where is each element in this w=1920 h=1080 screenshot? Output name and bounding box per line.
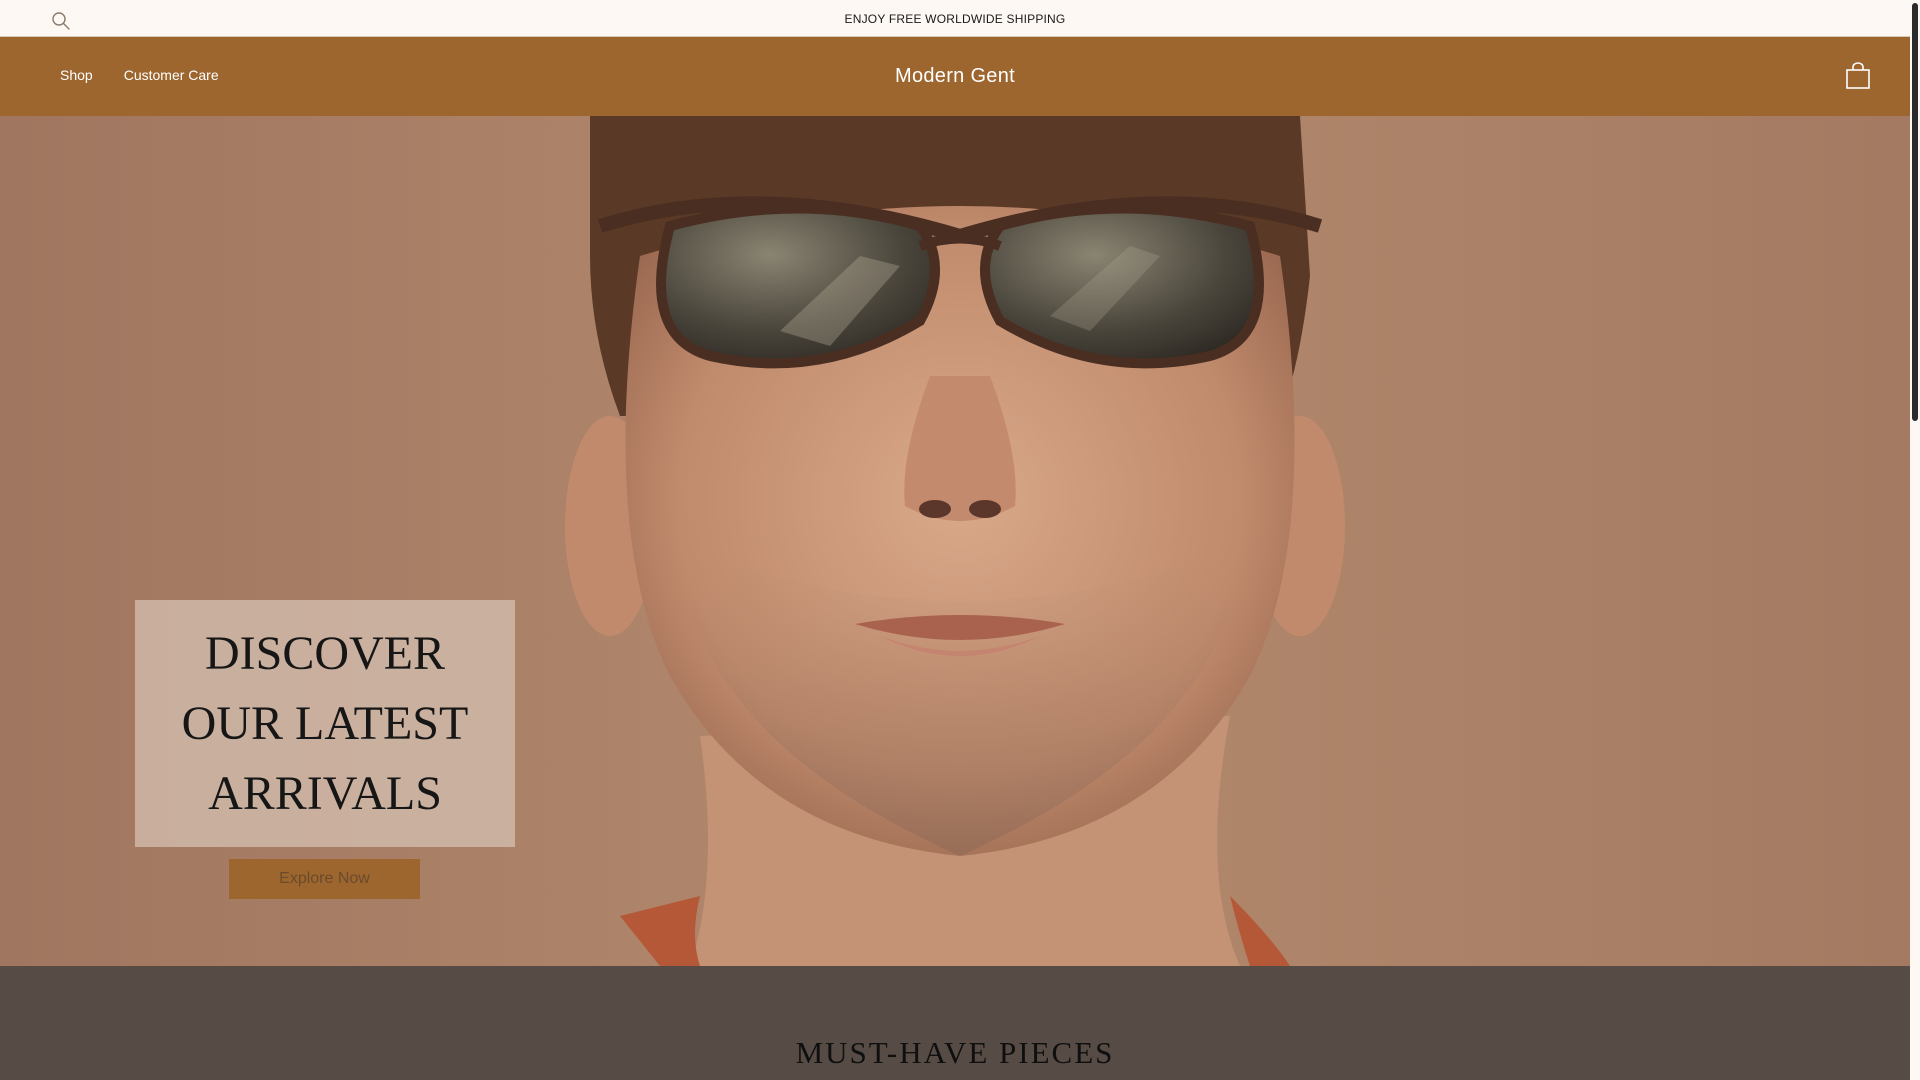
site-header: Shop Customer Care Modern Gent [0,37,1910,116]
section-title: MUST-HAVE PIECES [795,1035,1115,1070]
page-scrollbar[interactable] [1910,0,1920,1080]
hero-heading: DISCOVER OUR LATEST ARRIVALS [181,626,469,820]
hero-text-card: DISCOVER OUR LATEST ARRIVALS [135,600,515,847]
explore-now-button[interactable]: Explore Now [229,859,420,899]
announcement-bar: ENJOY FREE WORLDWIDE SHIPPING [0,0,1910,37]
must-have-section: MUST-HAVE PIECES [0,966,1910,1080]
scrollbar-thumb[interactable] [1912,3,1918,421]
hero-banner: DISCOVER OUR LATEST ARRIVALS Explore Now [0,116,1910,966]
page: ENJOY FREE WORLDWIDE SHIPPING Shop Custo… [0,0,1920,1080]
announcement-text: ENJOY FREE WORLDWIDE SHIPPING [844,12,1066,26]
content-area: ENJOY FREE WORLDWIDE SHIPPING Shop Custo… [0,0,1910,1080]
shopping-bag-icon[interactable] [1845,62,1871,90]
brand-logo[interactable]: Modern Gent [0,65,1910,88]
